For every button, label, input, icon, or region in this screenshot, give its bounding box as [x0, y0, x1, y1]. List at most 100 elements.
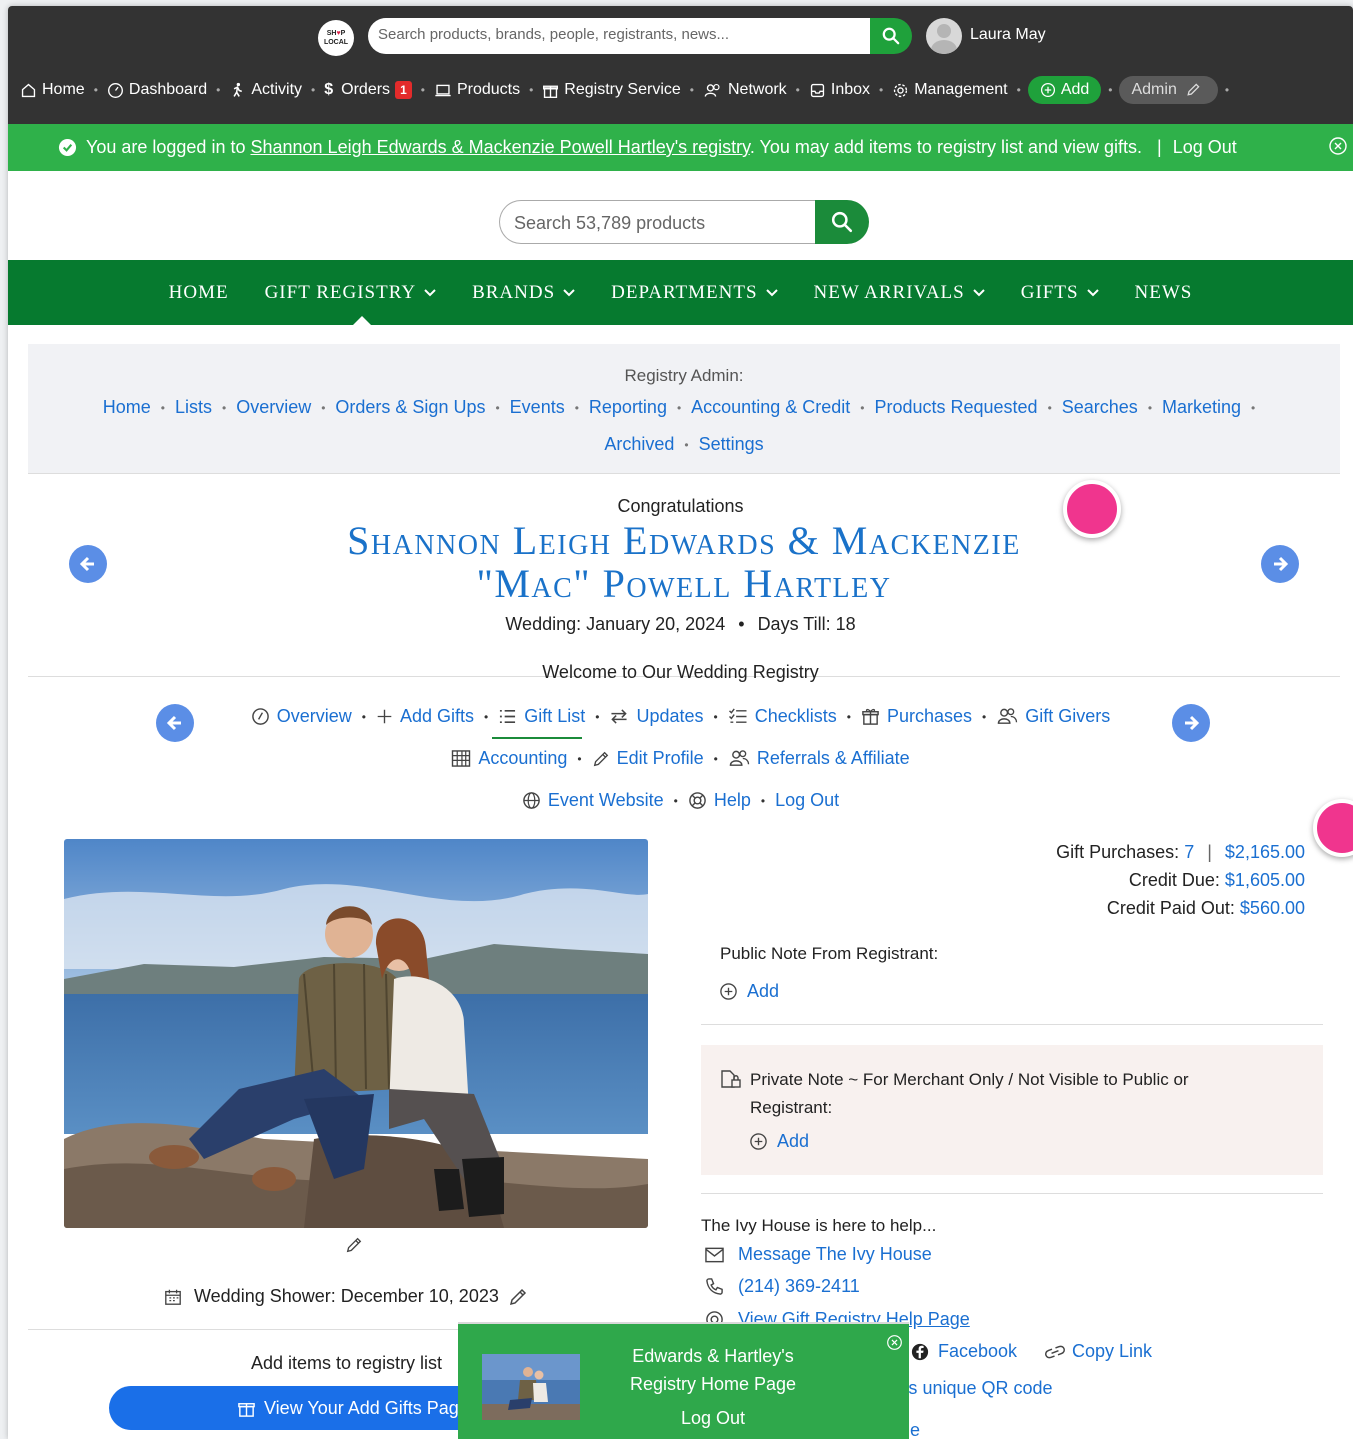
message-store-link[interactable]: Message The Ivy House	[705, 1244, 932, 1265]
admin-link-orders[interactable]: Orders & Sign Ups	[335, 397, 485, 418]
regnav-purchases[interactable]: Purchases	[861, 706, 972, 727]
regnav-help[interactable]: Help	[688, 790, 751, 811]
banner-registry-link[interactable]: Shannon Leigh Edwards & Mackenzie Powell…	[250, 137, 749, 157]
gift-purchases-count[interactable]: 7	[1184, 842, 1194, 862]
add-private-note-link[interactable]: Add	[749, 1131, 809, 1152]
product-search-input[interactable]: Search 53,789 products	[499, 200, 817, 244]
regnav-gift-list[interactable]: Gift List	[498, 706, 585, 727]
add-public-note-link[interactable]: Add	[719, 981, 779, 1002]
admin-link-marketing[interactable]: Marketing	[1162, 397, 1241, 418]
gift-purchases-total[interactable]: $2,165.00	[1225, 842, 1305, 862]
add-label: Add	[1060, 81, 1090, 98]
add-button[interactable]: Add	[1027, 76, 1102, 104]
mainnav-news[interactable]: NEWS	[1135, 282, 1193, 304]
plus-icon	[377, 709, 392, 724]
popup-title-line1: Edwards & Hartley's	[632, 1346, 794, 1366]
user-name[interactable]: Laura May	[970, 26, 1046, 44]
topnav-orders[interactable]: $ Orders 1	[322, 81, 414, 99]
admin-label: Admin	[1131, 81, 1177, 98]
wedding-date: Wedding: January 20, 2024	[505, 614, 726, 634]
close-icon[interactable]	[1328, 136, 1348, 156]
plus-circle-icon	[1040, 82, 1055, 98]
admin-link-home[interactable]: Home	[103, 397, 151, 418]
top-nav: Home • Dashboard • Activity • $ Orders 1…	[8, 74, 1236, 106]
previous-registry-button[interactable]	[69, 545, 107, 583]
avatar[interactable]	[926, 18, 962, 54]
global-search-button[interactable]	[870, 18, 912, 54]
topnav-inbox[interactable]: Inbox	[807, 81, 872, 99]
topnav-products[interactable]: Products	[432, 81, 522, 99]
arrow-right-icon	[1274, 556, 1289, 572]
qr-code-link[interactable]: 's unique QR code	[905, 1378, 1053, 1399]
copy-link-button[interactable]: Copy Link	[1044, 1341, 1152, 1362]
regnav-label: Event Website	[547, 790, 664, 810]
topnav-dashboard[interactable]: Dashboard	[105, 81, 209, 99]
mainnav-gifts[interactable]: GIFTS	[1021, 282, 1099, 304]
active-tab-underline	[492, 737, 582, 739]
admin-link-products-requested[interactable]: Products Requested	[874, 397, 1037, 418]
regnav-event-website[interactable]: Event Website	[522, 790, 664, 811]
admin-link-overview[interactable]: Overview	[236, 397, 311, 418]
regnav-label: Purchases	[886, 706, 972, 726]
add-label: Add	[747, 981, 780, 1001]
popup-title[interactable]: Edwards & Hartley's Registry Home Page	[598, 1342, 828, 1398]
view-add-gifts-button[interactable]: View Your Add Gifts Page	[109, 1386, 509, 1430]
pencil-icon[interactable]	[345, 1236, 363, 1254]
registry-nav-row1: Overview • Add Gifts • Gift List • Updat…	[8, 706, 1353, 727]
mainnav-home[interactable]: HOME	[169, 282, 229, 304]
plus-circle-icon	[750, 1133, 767, 1150]
regnav-accounting[interactable]: Accounting	[451, 748, 567, 769]
calendar-icon	[165, 1289, 181, 1305]
pencil-icon[interactable]	[508, 1287, 528, 1307]
mainnav-gift-registry[interactable]: GIFT REGISTRY	[265, 282, 436, 304]
credit-paid-value[interactable]: $560.00	[1240, 898, 1305, 918]
topnav-management[interactable]: Management	[890, 81, 1009, 99]
regnav-gift-givers[interactable]: Gift Givers	[996, 706, 1110, 727]
popup-thumbnail[interactable]	[482, 1354, 580, 1420]
phone-link[interactable]: (214) 369-2411	[705, 1276, 860, 1297]
private-note-icon	[721, 1070, 741, 1088]
admin-button[interactable]: Admin	[1119, 76, 1218, 104]
regnav-checklists[interactable]: Checklists	[728, 706, 837, 727]
pink-marker-dot[interactable]	[1063, 480, 1121, 538]
regnav-updates[interactable]: Updates	[609, 706, 704, 727]
facebook-share-link[interactable]: Facebook	[911, 1341, 1017, 1362]
facebook-label: Facebook	[938, 1341, 1018, 1361]
admin-link-events[interactable]: Events	[510, 397, 565, 418]
topnav-registry-service[interactable]: Registry Service	[540, 81, 682, 99]
topnav-home[interactable]: Home	[18, 81, 87, 99]
shop-local-logo[interactable]: SH♥P LOCAL	[318, 20, 354, 56]
topnav-label: Dashboard	[128, 81, 208, 98]
regnav-add-gifts[interactable]: Add Gifts	[376, 706, 474, 727]
admin-link-searches[interactable]: Searches	[1062, 397, 1138, 418]
topnav-activity[interactable]: Activity	[227, 81, 304, 99]
popup-title-line2: Registry Home Page	[629, 1374, 797, 1394]
admin-link-archived[interactable]: Archived	[604, 434, 674, 455]
mainnav-departments[interactable]: DEPARTMENTS	[611, 282, 778, 304]
admin-link-settings[interactable]: Settings	[699, 434, 764, 455]
copy-link-label: Copy Link	[1072, 1341, 1153, 1361]
mainnav-brands[interactable]: BRANDS	[472, 282, 575, 304]
banner-logout-link[interactable]: Log Out	[1173, 137, 1237, 157]
credit-due-value[interactable]: $1,605.00	[1225, 870, 1305, 890]
regnav-label: Checklists	[754, 706, 837, 726]
phone-icon	[706, 1278, 723, 1295]
admin-link-reporting[interactable]: Reporting	[589, 397, 667, 418]
close-icon[interactable]	[886, 1334, 903, 1351]
topnav-network[interactable]: Network	[701, 81, 789, 99]
admin-link-accounting[interactable]: Accounting & Credit	[691, 397, 850, 418]
mainnav-new-arrivals[interactable]: NEW ARRIVALS	[814, 282, 985, 304]
couple-names: Shannon Leigh Edwards & Mackenzie "Mac" …	[8, 519, 1353, 605]
regnav-log-out[interactable]: Log Out	[775, 790, 839, 811]
global-search-input[interactable]: Search products, brands, people, registr…	[368, 18, 872, 54]
regnav-edit-profile[interactable]: Edit Profile	[592, 748, 704, 769]
couple-names-line2: "Mac" Powell Hartley	[476, 561, 892, 606]
product-search-button[interactable]	[815, 200, 869, 244]
plus-circle-icon	[720, 983, 737, 1000]
admin-link-lists[interactable]: Lists	[175, 397, 212, 418]
popup-logout-link[interactable]: Log Out	[598, 1408, 828, 1429]
regnav-overview[interactable]: Overview	[251, 706, 352, 727]
partial-link[interactable]: e	[910, 1420, 920, 1439]
next-registry-button[interactable]	[1261, 545, 1299, 583]
regnav-referrals[interactable]: Referrals & Affiliate	[728, 748, 910, 769]
